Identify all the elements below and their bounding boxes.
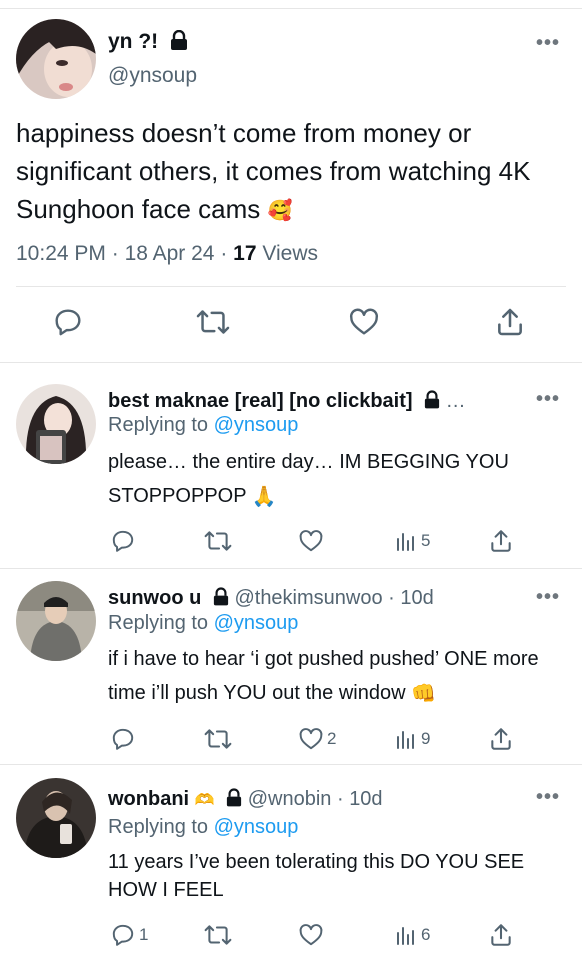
display-name[interactable]: sunwoo u [108, 587, 201, 609]
tweet-text: happiness doesn’t come from money or sig… [16, 114, 576, 230]
reply-icon [112, 728, 134, 750]
like-icon [299, 924, 323, 946]
views-icon [397, 927, 414, 945]
reply-actions: 2 9 [108, 726, 528, 756]
replying-to: Replying to @ynsoup [108, 612, 299, 634]
user-handle[interactable]: @ynsoup [108, 64, 197, 88]
retweet-button[interactable] [204, 528, 232, 554]
share-icon [491, 728, 511, 750]
user-handle[interactable]: @thekimsunwoo [234, 587, 382, 609]
share-button[interactable] [488, 528, 514, 554]
more-icon[interactable]: ••• [536, 32, 560, 55]
like-button[interactable] [298, 528, 327, 554]
avatar[interactable] [16, 581, 96, 661]
share-button[interactable] [488, 726, 514, 752]
tweet-meta: 10:24 PM · 18 Apr 24 · 17 Views [16, 242, 318, 265]
reply-actions: 1 6 [108, 922, 528, 952]
lock-icon [226, 788, 242, 813]
share-button[interactable] [488, 922, 514, 948]
divider [0, 764, 582, 765]
retweet-button[interactable] [204, 922, 232, 948]
retweet-button[interactable] [196, 306, 230, 343]
lock-icon [213, 587, 229, 612]
reply-icon [112, 924, 134, 946]
views-label: Views [262, 242, 318, 265]
reply-text: please… the entire day… IM BEGGING YOU S… [108, 445, 558, 514]
lock-icon [424, 390, 440, 415]
display-name[interactable]: best maknae [real] [no clickbait] [108, 390, 413, 412]
reply-text: if i have to hear ‘i got pushed pushed’ … [108, 642, 558, 711]
tweet-time[interactable]: 10:24 PM [16, 242, 106, 265]
like-icon [299, 530, 323, 552]
replying-to: Replying to @ynsoup [108, 816, 299, 838]
reply-age: 10d [349, 788, 383, 810]
retweet-icon [196, 310, 230, 334]
reply-icon [55, 309, 81, 336]
lock-icon [170, 29, 188, 56]
reply-header: wonbani 🫶 @wnobin · 10d [108, 788, 383, 813]
avatar[interactable] [16, 778, 96, 858]
replying-to: Replying to @ynsoup [108, 414, 299, 436]
views-button[interactable]: 6 [394, 922, 430, 948]
views-count: 17 [233, 242, 257, 265]
divider [0, 362, 582, 363]
replying-to-link[interactable]: @ynsoup [214, 612, 299, 634]
user-handle[interactable]: @wnobin [248, 788, 332, 810]
views-icon [397, 533, 414, 551]
retweet-icon [204, 729, 232, 749]
reply-icon [112, 530, 134, 552]
heart-hands-emoji: 🫶 [194, 791, 215, 809]
replying-to-link[interactable]: @ynsoup [214, 414, 299, 436]
display-name[interactable]: yn ?! [108, 29, 188, 56]
divider [16, 286, 566, 287]
views-button[interactable]: 5 [394, 528, 430, 554]
reply-button[interactable]: 1 [110, 922, 148, 948]
smiling-hearts-emoji: 🥰 [267, 200, 293, 223]
avatar[interactable] [16, 384, 96, 464]
share-icon [491, 530, 511, 552]
reply-header: sunwoo u @thekimsunwoo · 10d [108, 587, 434, 612]
reply-header: best maknae [real] [no clickbait] … [108, 390, 466, 415]
more-icon[interactable]: ••• [536, 388, 560, 411]
display-name[interactable]: wonbani [108, 788, 189, 810]
reply-actions: 5 [108, 528, 528, 558]
avatar[interactable] [16, 19, 96, 99]
tweet-actions [0, 306, 582, 346]
share-icon [491, 924, 511, 946]
reply-age: 10d [400, 587, 434, 609]
like-button[interactable] [298, 922, 327, 948]
like-icon [349, 308, 379, 335]
top-divider [0, 8, 582, 9]
reply-button[interactable] [110, 726, 139, 752]
tweet-date[interactable]: 18 Apr 24 [125, 242, 215, 265]
views-icon [397, 731, 414, 749]
retweet-button[interactable] [204, 726, 232, 752]
more-icon[interactable]: ••• [536, 786, 560, 809]
like-button[interactable]: 2 [298, 726, 336, 752]
more-icon[interactable]: ••• [536, 586, 560, 609]
like-button[interactable] [348, 306, 380, 343]
retweet-icon [204, 531, 232, 551]
share-button[interactable] [494, 306, 526, 343]
reply-button[interactable] [110, 528, 139, 554]
fist-emoji: 👊 [411, 682, 437, 705]
reply-text: 11 years I’ve been tolerating this DO YO… [108, 851, 525, 901]
share-icon [498, 308, 522, 336]
retweet-icon [204, 925, 232, 945]
reply-count: 1 [139, 925, 149, 944]
reply-button[interactable] [52, 306, 84, 343]
divider [0, 568, 582, 569]
replying-to-link[interactable]: @ynsoup [214, 816, 299, 838]
views-button[interactable]: 9 [394, 726, 430, 752]
folded-hands-emoji: 🙏 [251, 485, 277, 508]
like-icon [299, 728, 323, 750]
